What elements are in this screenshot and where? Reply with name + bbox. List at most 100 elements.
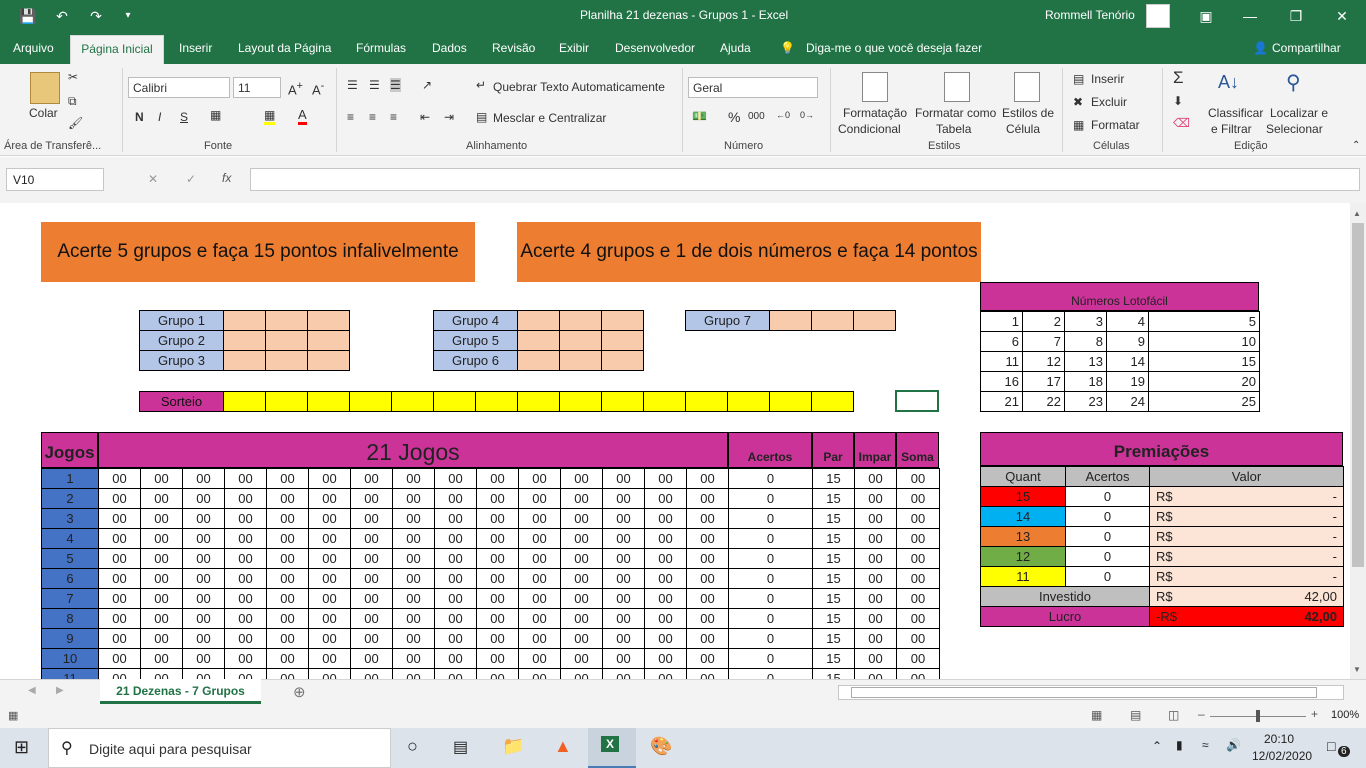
- acertos-cell[interactable]: 0: [728, 548, 813, 569]
- prev-sheet-icon[interactable]: ◀: [28, 685, 36, 696]
- sorteio-cell[interactable]: [685, 391, 728, 412]
- group-cell[interactable]: [517, 310, 560, 331]
- jogo-cell[interactable]: 00: [686, 488, 729, 509]
- insert-cells-button[interactable]: Inserir: [1091, 72, 1124, 86]
- jogo-cell[interactable]: 00: [476, 568, 519, 589]
- jogo-cell[interactable]: 00: [644, 588, 687, 609]
- jogo-cell[interactable]: 00: [140, 568, 183, 589]
- tray-expand-icon[interactable]: ⌃: [1152, 739, 1162, 753]
- jogo-cell[interactable]: 00: [644, 468, 687, 489]
- jogo-cell[interactable]: 00: [434, 488, 477, 509]
- excel-taskbar-button[interactable]: X: [588, 728, 636, 768]
- impar-cell[interactable]: 00: [854, 508, 897, 529]
- insert-function-button[interactable]: fx: [222, 171, 231, 185]
- jogo-cell[interactable]: 00: [350, 568, 393, 589]
- impar-cell[interactable]: 00: [854, 668, 897, 679]
- horizontal-scrollbar[interactable]: [838, 685, 1344, 700]
- collapse-ribbon-icon[interactable]: ⌃: [1352, 140, 1360, 151]
- acertos-cell[interactable]: 0: [728, 648, 813, 669]
- tab-dados[interactable]: Dados: [432, 41, 467, 55]
- jogo-cell[interactable]: 00: [98, 468, 141, 489]
- jogo-cell[interactable]: 00: [224, 548, 267, 569]
- autosum-icon[interactable]: Σ: [1173, 68, 1184, 88]
- align-right-icon[interactable]: ≡: [390, 110, 397, 124]
- lucro-value[interactable]: -R$ 42,00: [1149, 606, 1344, 627]
- jogo-cell[interactable]: 00: [266, 608, 309, 629]
- jogo-cell[interactable]: 00: [602, 528, 645, 549]
- group-cell[interactable]: [265, 310, 308, 331]
- scroll-thumb[interactable]: [1352, 223, 1364, 567]
- jogo-cell[interactable]: 00: [434, 508, 477, 529]
- lotofacil-number[interactable]: 21: [980, 391, 1023, 412]
- macro-record-icon[interactable]: ▦: [8, 709, 18, 722]
- jogo-cell[interactable]: 00: [350, 648, 393, 669]
- impar-cell[interactable]: 00: [854, 588, 897, 609]
- jogo-cell[interactable]: 00: [266, 668, 309, 679]
- jogo-cell[interactable]: 00: [182, 608, 225, 629]
- jogo-cell[interactable]: 00: [686, 668, 729, 679]
- jogo-cell[interactable]: 00: [350, 528, 393, 549]
- paste-icon[interactable]: [30, 72, 60, 104]
- lotofacil-number[interactable]: 17: [1022, 371, 1065, 392]
- jogo-cell[interactable]: 00: [182, 588, 225, 609]
- jogo-cell[interactable]: 00: [560, 568, 603, 589]
- jogo-cell[interactable]: 00: [140, 608, 183, 629]
- lotofacil-number[interactable]: 10: [1148, 331, 1260, 352]
- lotofacil-number[interactable]: 19: [1106, 371, 1149, 392]
- jogo-cell[interactable]: 00: [224, 508, 267, 529]
- jogo-cell[interactable]: 00: [266, 468, 309, 489]
- jogo-cell[interactable]: 00: [392, 468, 435, 489]
- jogo-cell[interactable]: 00: [140, 588, 183, 609]
- jogo-cell[interactable]: 00: [644, 568, 687, 589]
- group-cell[interactable]: [601, 350, 644, 371]
- group-cell[interactable]: [223, 330, 266, 351]
- group-cell[interactable]: [265, 330, 308, 351]
- enter-icon[interactable]: ✓: [186, 172, 196, 186]
- close-icon[interactable]: ✕: [1332, 6, 1352, 26]
- jogo-cell[interactable]: 00: [308, 468, 351, 489]
- page-layout-icon[interactable]: ▤: [1130, 708, 1141, 722]
- acertos-cell[interactable]: 0: [728, 508, 813, 529]
- jogo-cell[interactable]: 00: [98, 608, 141, 629]
- jogo-cell[interactable]: 00: [98, 508, 141, 529]
- lotofacil-number[interactable]: 14: [1106, 351, 1149, 372]
- sorteio-cell[interactable]: [391, 391, 434, 412]
- jogo-cell[interactable]: 00: [476, 648, 519, 669]
- jogo-cell[interactable]: 00: [98, 648, 141, 669]
- sorteio-cell[interactable]: [643, 391, 686, 412]
- par-cell[interactable]: 15: [812, 508, 855, 529]
- soma-cell[interactable]: 00: [896, 608, 940, 629]
- jogo-cell[interactable]: 00: [182, 508, 225, 529]
- copy-icon[interactable]: ⧉: [68, 94, 77, 109]
- group-cell[interactable]: [601, 310, 644, 331]
- fill-color-icon[interactable]: ▦: [264, 108, 276, 125]
- jogo-cell[interactable]: 00: [308, 668, 351, 679]
- jogo-cell[interactable]: 00: [224, 648, 267, 669]
- zoom-in-icon[interactable]: +: [1311, 707, 1318, 721]
- jogo-cell[interactable]: 00: [602, 628, 645, 649]
- jogo-cell[interactable]: 00: [602, 568, 645, 589]
- soma-cell[interactable]: 00: [896, 568, 940, 589]
- lotofacil-number[interactable]: 11: [980, 351, 1023, 372]
- jogo-cell[interactable]: 00: [98, 528, 141, 549]
- jogo-cell[interactable]: 00: [602, 608, 645, 629]
- jogo-cell[interactable]: 00: [350, 508, 393, 529]
- jogo-cell[interactable]: 00: [266, 508, 309, 529]
- jogo-cell[interactable]: 00: [476, 588, 519, 609]
- jogo-cell[interactable]: 00: [602, 668, 645, 679]
- soma-cell[interactable]: 00: [896, 668, 940, 679]
- customize-toolbar-icon[interactable]: ▾: [118, 6, 138, 26]
- prem-valor[interactable]: R$ -: [1149, 526, 1344, 547]
- zoom-level[interactable]: 100%: [1331, 709, 1359, 721]
- hscroll-thumb[interactable]: [851, 687, 1317, 698]
- jogo-cell[interactable]: 00: [686, 468, 729, 489]
- notification-icon[interactable]: □: [1327, 738, 1335, 754]
- jogo-cell[interactable]: 00: [686, 568, 729, 589]
- acertos-cell[interactable]: 0: [728, 468, 813, 489]
- impar-cell[interactable]: 00: [854, 528, 897, 549]
- jogo-cell[interactable]: 00: [392, 508, 435, 529]
- normal-view-icon[interactable]: ▦: [1091, 708, 1102, 722]
- acertos-cell[interactable]: 0: [728, 608, 813, 629]
- jogo-cell[interactable]: 00: [182, 648, 225, 669]
- lotofacil-number[interactable]: 16: [980, 371, 1023, 392]
